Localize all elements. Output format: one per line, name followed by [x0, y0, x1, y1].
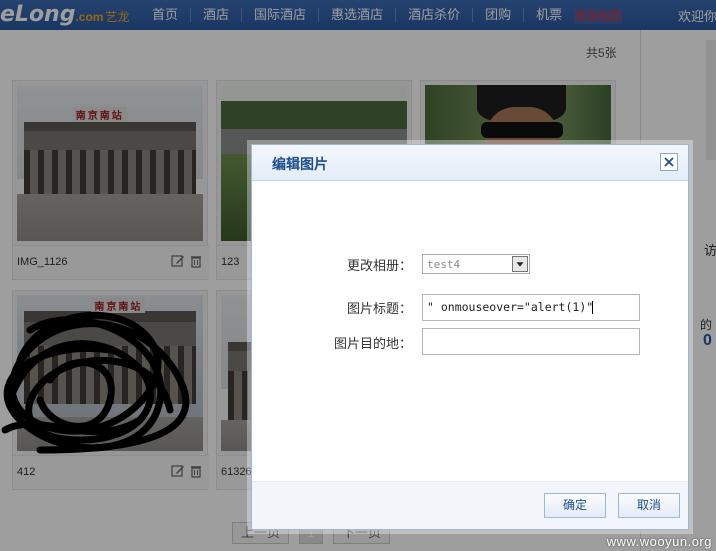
watermark: www.wooyun.org	[606, 534, 712, 549]
cancel-button[interactable]: 取消	[618, 493, 680, 518]
close-icon[interactable]	[660, 153, 678, 171]
album-label: 更改相册：	[346, 258, 412, 273]
chevron-down-icon[interactable]	[512, 256, 528, 272]
text-caret	[592, 301, 594, 314]
title-input-value: " onmouseover="alert(1)"	[427, 300, 594, 314]
title-label: 图片标题：	[346, 301, 412, 316]
destination-input[interactable]	[422, 328, 640, 355]
dialog-footer: 确定 取消	[252, 481, 688, 529]
title-input[interactable]: " onmouseover="alert(1)"	[422, 294, 640, 321]
redaction-scribble	[1, 311, 190, 454]
dialog-title: 编辑图片	[272, 156, 328, 172]
album-select[interactable]: test4	[422, 254, 530, 274]
destination-label: 图片目的地：	[333, 336, 412, 351]
album-select-value: test4	[427, 258, 461, 271]
dialog-body: 更改相册： test4 图片标题： " onmouseover="alert(1…	[252, 182, 688, 482]
edit-photo-dialog: 编辑图片 更改相册： test4 图片标题： " onmouseover="al…	[251, 144, 689, 530]
confirm-button[interactable]: 确定	[544, 493, 606, 518]
dialog-header: 编辑图片	[252, 145, 688, 181]
